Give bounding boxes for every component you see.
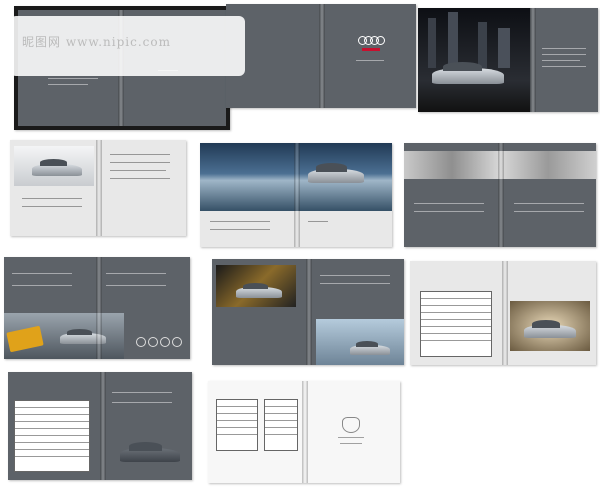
text-line [12, 273, 72, 274]
intro-spread [10, 140, 186, 236]
car-photo [14, 146, 94, 186]
text-line [542, 48, 586, 49]
car-image [524, 319, 576, 338]
service-step-icon [148, 337, 158, 347]
text-line [22, 198, 82, 199]
car-image [432, 61, 504, 84]
horizon-spread [200, 143, 392, 247]
text-line [514, 203, 584, 204]
watermark-text: 昵图网 www.nipic.com [22, 35, 171, 49]
night-city-spread [418, 8, 598, 112]
service-step-icon [160, 337, 170, 347]
text-line [542, 54, 586, 55]
spread-gutter [319, 4, 325, 108]
text-line [414, 211, 484, 212]
card-car-photo [4, 313, 124, 359]
text-line [22, 206, 82, 207]
car-image [32, 159, 82, 176]
showroom-photo [316, 319, 404, 365]
text-line [542, 66, 586, 67]
back-cover-spread [208, 381, 400, 483]
spread-gutter [498, 143, 504, 247]
car-image [120, 442, 180, 462]
spread-gutter [294, 143, 300, 247]
contact-form [264, 399, 298, 451]
text-line [48, 78, 98, 79]
interior-spread [410, 261, 596, 365]
night-city-car-photo [418, 8, 530, 112]
form-table [14, 400, 90, 472]
card-spread [4, 257, 190, 359]
text-line [320, 283, 390, 284]
brand-red-bar [362, 48, 380, 51]
text-line [48, 84, 88, 85]
service-step-icon [172, 337, 182, 347]
text-line [356, 60, 384, 61]
text-line [210, 221, 270, 222]
text-line [308, 221, 328, 222]
car-xray-photo [112, 428, 186, 476]
watermark-banner: 昵图网 www.nipic.com [10, 16, 245, 76]
car-image [236, 282, 282, 298]
text-line [110, 154, 170, 155]
text-line [106, 273, 166, 274]
spread-gutter [502, 261, 508, 365]
showroom-spread [212, 259, 404, 365]
spread-gutter [302, 381, 308, 483]
car-image [308, 163, 364, 183]
service-photos-spread [404, 143, 596, 247]
spread-gutter [96, 140, 102, 236]
service-step-icon [136, 337, 146, 347]
spread-gutter [530, 8, 536, 112]
text-line [110, 162, 170, 163]
text-line [112, 402, 172, 403]
form-spread [8, 372, 192, 480]
text-line [210, 229, 270, 230]
text-line [12, 285, 72, 286]
text-line [542, 60, 580, 61]
spread-gutter [306, 259, 312, 365]
text-line [112, 392, 172, 393]
text-line [320, 275, 390, 276]
spread-gutter [96, 257, 102, 359]
audi-rings-logo [358, 36, 386, 45]
car-lights-photo [216, 265, 296, 307]
contact-form [216, 399, 258, 451]
text-line [110, 178, 170, 179]
car-image [350, 341, 390, 355]
text-line [106, 285, 166, 286]
eagle-emblem-icon [342, 417, 360, 433]
text-line [338, 437, 364, 438]
audi-cover-spread [226, 4, 416, 108]
text-line [414, 203, 484, 204]
text-line [110, 170, 166, 171]
text-line [514, 211, 584, 212]
text-line [340, 443, 362, 444]
spec-table [420, 291, 492, 357]
studio-car-photo [510, 301, 590, 351]
yellow-card [6, 325, 44, 353]
spread-gutter [100, 372, 106, 480]
